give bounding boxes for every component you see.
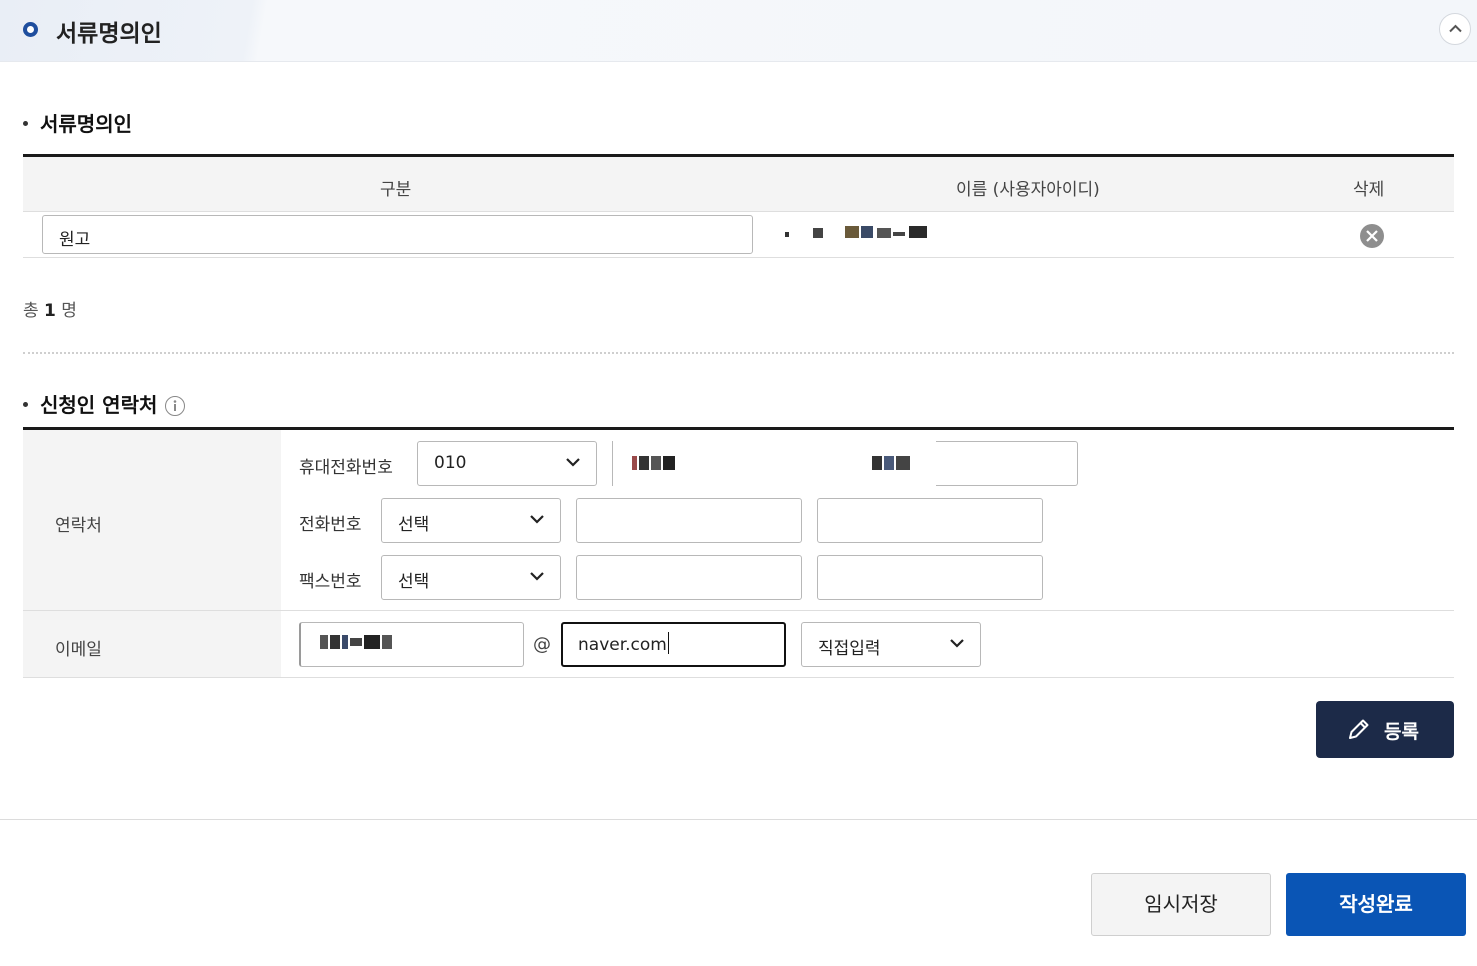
- fax-last-input[interactable]: [817, 555, 1043, 600]
- mobile-label: 휴대전화번호: [299, 458, 393, 478]
- column-header-delete: 삭제: [1353, 180, 1385, 200]
- fax-prefix-value: 선택: [398, 572, 430, 592]
- info-icon[interactable]: [165, 395, 186, 416]
- email-domain-input[interactable]: naver.com: [561, 622, 786, 667]
- mobile-prefix-value: 010: [434, 453, 467, 473]
- masked-mobile-last: [872, 456, 912, 470]
- mobile-mid-field-border: [612, 441, 613, 486]
- fax-label: 팩스번호: [299, 572, 362, 592]
- complete-button[interactable]: 작성완료: [1286, 873, 1466, 936]
- temp-save-button[interactable]: 임시저장: [1091, 873, 1271, 936]
- contact-label: 연락처: [55, 516, 102, 536]
- delete-button[interactable]: [1360, 224, 1384, 248]
- close-icon: [1366, 230, 1378, 242]
- pencil-icon: [1349, 719, 1369, 739]
- register-button[interactable]: 등록: [1316, 701, 1454, 758]
- collapse-button[interactable]: [1439, 13, 1471, 45]
- chevron-up-icon: [1449, 24, 1462, 33]
- masked-user-name: [785, 226, 927, 240]
- column-header-category: 구분: [380, 180, 412, 200]
- register-label: 등록: [1384, 721, 1419, 743]
- masked-email-id: [320, 635, 394, 649]
- chevron-down-icon: [950, 639, 964, 648]
- email-label: 이메일: [55, 640, 102, 660]
- footer-divider: [0, 819, 1477, 820]
- mobile-prefix-select[interactable]: 010: [417, 441, 597, 486]
- masked-mobile-middle: [632, 456, 676, 470]
- fax-middle-input[interactable]: [576, 555, 802, 600]
- section-title-contact: 신청인 연락처: [23, 389, 186, 418]
- total-count: 총 1 명: [23, 301, 77, 321]
- phone-prefix-select[interactable]: 선택: [381, 498, 561, 543]
- phone-middle-input[interactable]: [576, 498, 802, 543]
- category-input[interactable]: 원고: [42, 215, 753, 254]
- at-sign: @: [533, 634, 551, 655]
- section-divider: [23, 352, 1454, 354]
- text-caret: [667, 632, 669, 654]
- mobile-last-input[interactable]: [936, 441, 1078, 486]
- bullet-dot: [23, 402, 28, 407]
- phone-label: 전화번호: [299, 515, 362, 535]
- panel-header: 서류명의인: [0, 0, 1477, 62]
- email-label-cell: 이메일: [23, 611, 281, 677]
- fax-prefix-select[interactable]: 선택: [381, 555, 561, 600]
- column-header-name: 이름 (사용자아이디): [956, 180, 1100, 200]
- chevron-down-icon: [530, 572, 544, 581]
- row-divider: [23, 677, 1454, 678]
- chevron-down-icon: [530, 515, 544, 524]
- contact-label-cell: 연락처: [23, 430, 281, 610]
- table-header: 구분 이름 (사용자아이디) 삭제: [23, 157, 1454, 212]
- chevron-down-icon: [566, 458, 580, 467]
- phone-last-input[interactable]: [817, 498, 1043, 543]
- bullet-dot: [23, 121, 28, 126]
- section-title-doc-owner: 서류명의인: [23, 108, 132, 137]
- circle-bullet-icon: [23, 22, 38, 37]
- panel-title: 서류명의인: [56, 21, 162, 47]
- phone-prefix-value: 선택: [398, 515, 430, 535]
- email-domain-value: naver.com: [578, 635, 667, 655]
- email-domain-select-value: 직접입력: [818, 639, 881, 659]
- email-domain-select[interactable]: 직접입력: [801, 622, 981, 667]
